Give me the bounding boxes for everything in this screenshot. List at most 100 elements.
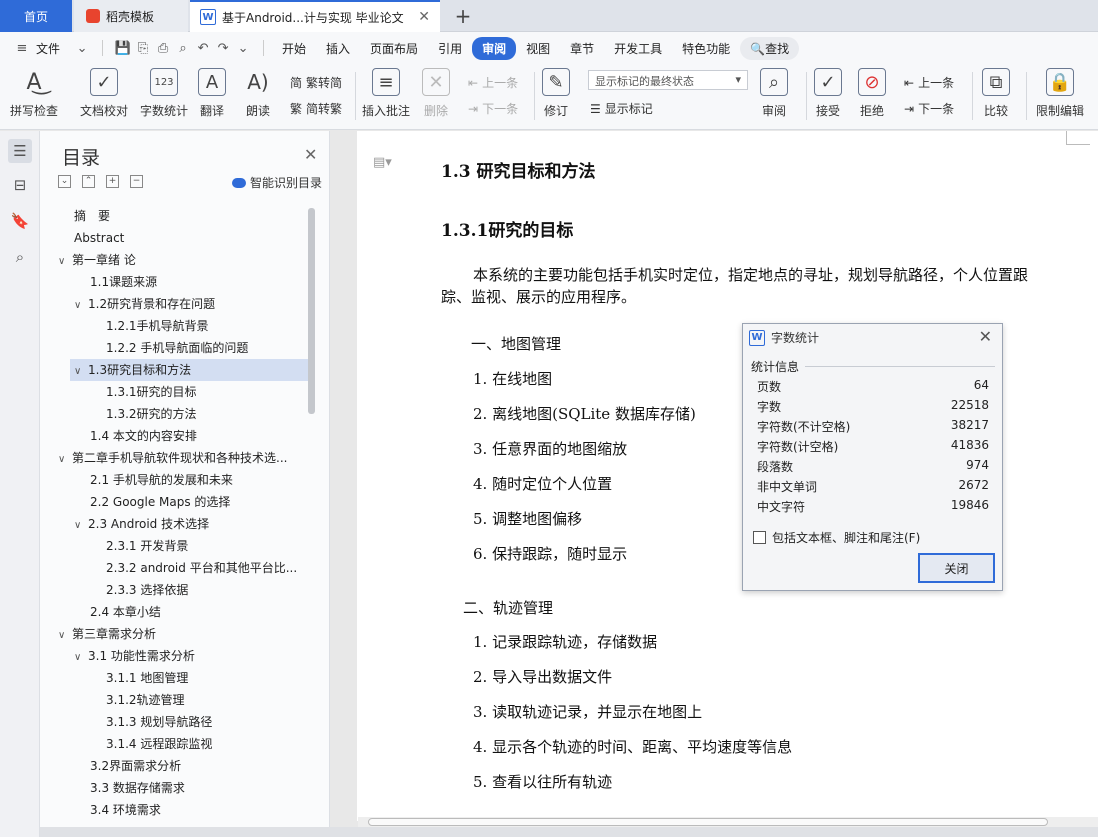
translate-button[interactable]: A 翻译 <box>198 68 226 119</box>
toc-scrollbar[interactable] <box>308 208 315 414</box>
chevron-down-icon[interactable]: ⌄ <box>74 40 90 56</box>
menu-view[interactable]: 视图 <box>516 37 560 60</box>
undo-icon[interactable]: ↶ <box>195 40 211 56</box>
toc-item[interactable]: 1.3.1研究的目标 <box>106 381 308 403</box>
prev-comment-button[interactable]: ⇤ 上一条 <box>468 74 518 91</box>
chevron-down-icon[interactable]: ∨ <box>74 295 88 315</box>
toc-item[interactable]: ∨ 3.1 功能性需求分析 <box>74 645 308 667</box>
review-pane-button[interactable]: ⌕ 审阅 <box>760 68 788 119</box>
chevron-down-icon[interactable]: ∨ <box>74 515 88 535</box>
menu-developer[interactable]: 开发工具 <box>604 37 672 60</box>
toc-item[interactable]: 1.4 本文的内容安排 <box>90 425 308 447</box>
menu-review[interactable]: 审阅 <box>472 36 517 60</box>
chapter-nav-icon[interactable]: ⊟ <box>8 173 32 197</box>
menu-reference[interactable]: 引用 <box>428 37 472 60</box>
toc-item[interactable]: 2.3.3 选择依据 <box>106 579 308 601</box>
toc-item[interactable]: 3.3 数据存储需求 <box>90 777 308 799</box>
bookmark-icon[interactable]: 🔖 <box>8 209 32 233</box>
insert-comment-button[interactable]: ≡ 插入批注 <box>362 68 410 119</box>
toc-item[interactable]: 3.1.4 远程跟踪监视 <box>106 733 308 755</box>
word-count-button[interactable]: 123 字数统计 <box>140 68 188 119</box>
close-icon[interactable]: ✕ <box>304 145 317 164</box>
toc-item[interactable]: ∨ 1.3研究目标和方法 <box>70 359 308 381</box>
reject-button[interactable]: ⊘ 拒绝 <box>858 68 886 119</box>
markup-state-select[interactable]: 显示标记的最终状态 ▾ <box>588 70 748 90</box>
heading-1-3-1: 1.3.1研究的目标 <box>441 221 574 241</box>
toc-item[interactable]: 1.1课题来源 <box>90 271 308 293</box>
chevron-down-icon[interactable]: ∨ <box>74 361 88 381</box>
export-icon[interactable]: ⎘ <box>135 40 151 56</box>
add-heading-icon[interactable]: + <box>106 175 119 188</box>
paragraph-marker-icon[interactable]: ▤▾ <box>373 155 392 170</box>
outline-icon[interactable]: ☰ <box>8 139 32 163</box>
menu-start[interactable]: 开始 <box>272 37 316 60</box>
chevron-down-icon[interactable]: ∨ <box>58 251 72 271</box>
toc-item[interactable]: 2.3.1 开发背景 <box>106 535 308 557</box>
delete-comment-button[interactable]: ✕ 删除 <box>422 68 450 119</box>
collapse-all-icon[interactable]: ⌄ <box>58 175 71 188</box>
save-icon[interactable]: 💾 <box>115 40 131 56</box>
search-button[interactable]: 🔍查找 <box>740 36 800 60</box>
toc-item[interactable]: ∨ 1.2研究背景和存在问题 <box>74 293 308 315</box>
tab-home[interactable]: 首页 <box>0 0 72 32</box>
revise-button[interactable]: ✎ 修订 <box>542 68 570 119</box>
toc-item[interactable]: ∨ 2.3 Android 技术选择 <box>74 513 308 535</box>
toc-item[interactable]: 2.3.2 android 平台和其他平台比... <box>106 557 308 579</box>
more-icon[interactable]: ⌄ <box>235 40 251 56</box>
to-traditional-button[interactable]: 繁简转繁 <box>290 100 342 117</box>
toc-item[interactable]: ∨ 第二章手机导航软件现状和各种技术选... <box>58 447 308 469</box>
expand-all-icon[interactable]: ⌃ <box>82 175 95 188</box>
show-markup-button[interactable]: ☰ 显示标记 <box>590 100 653 117</box>
close-dialog-button[interactable]: 关闭 <box>918 553 995 583</box>
menu-layout[interactable]: 页面布局 <box>360 37 428 60</box>
chevron-down-icon[interactable]: ∨ <box>58 449 72 469</box>
include-notes-checkbox[interactable]: 包括文本框、脚注和尾注(F) <box>753 529 920 546</box>
proofread-button[interactable]: ✓ 文档校对 <box>80 68 128 119</box>
toc-item[interactable]: 1.3.2研究的方法 <box>106 403 308 425</box>
tab-close-icon[interactable]: ✕ <box>418 9 430 25</box>
toc-item[interactable]: ∨ 第三章需求分析 <box>58 623 308 645</box>
toc-item[interactable]: 3.1.2轨迹管理 <box>106 689 308 711</box>
scrollbar-thumb[interactable] <box>368 818 1048 826</box>
menu-file[interactable]: 文件 <box>34 37 70 60</box>
menu-insert[interactable]: 插入 <box>316 37 360 60</box>
toc-item[interactable]: 1.2.1手机导航背景 <box>106 315 308 337</box>
prev-change-button[interactable]: ⇤ 上一条 <box>904 74 954 91</box>
toc-item[interactable]: 3.4 环境需求 <box>90 799 308 821</box>
toc-item[interactable]: 摘 要 <box>74 205 308 227</box>
print-icon[interactable]: ⎙ <box>155 40 171 56</box>
toc-item[interactable]: 2.1 手机导航的发展和未来 <box>90 469 308 491</box>
toc-item[interactable]: 2.4 本章小结 <box>90 601 308 623</box>
spell-check-button[interactable]: A͜ 拼写检查 <box>10 68 58 119</box>
tab-template[interactable]: 稻壳模板 <box>74 0 188 32</box>
remove-heading-icon[interactable]: − <box>130 175 143 188</box>
toc-item[interactable]: Abstract <box>74 227 308 249</box>
new-tab-button[interactable]: + <box>448 0 478 32</box>
preview-icon[interactable]: ⌕ <box>175 40 191 56</box>
read-aloud-button[interactable]: A) 朗读 <box>244 68 272 119</box>
to-simplified-button[interactable]: 简繁转简 <box>290 74 342 91</box>
next-comment-button[interactable]: ⇥ 下一条 <box>468 100 518 117</box>
toc-item[interactable]: 1.2.2 手机导航面临的问题 <box>106 337 308 359</box>
search-icon[interactable]: ⌕ <box>8 245 32 269</box>
chevron-down-icon[interactable]: ∨ <box>58 625 72 645</box>
toc-item[interactable]: 3.1.1 地图管理 <box>106 667 308 689</box>
horizontal-scrollbar[interactable] <box>358 817 1098 827</box>
accept-button[interactable]: ✓ 接受 <box>814 68 842 119</box>
chevron-down-icon[interactable]: ∨ <box>74 647 88 667</box>
compare-button[interactable]: ⧉ 比较 <box>982 68 1010 119</box>
toc-item[interactable]: 2.2 Google Maps 的选择 <box>90 491 308 513</box>
smart-toc-button[interactable]: 智能识别目录 <box>232 174 322 191</box>
menu-features[interactable]: 特色功能 <box>672 37 740 60</box>
tab-document[interactable]: W 基于Android...计与实现 毕业论文 ✕ <box>190 0 440 32</box>
hamburger-icon[interactable]: ≡ <box>14 40 30 56</box>
menu-chapter[interactable]: 章节 <box>560 37 604 60</box>
toc-item[interactable]: ∨ 第一章绪 论 <box>58 249 308 271</box>
next-change-button[interactable]: ⇥ 下一条 <box>904 100 954 117</box>
close-icon[interactable]: ✕ <box>979 327 992 346</box>
restrict-edit-button[interactable]: 🔒 限制编辑 <box>1036 68 1084 119</box>
checkbox-box[interactable] <box>753 531 766 544</box>
toc-item[interactable]: 3.1.3 规划导航路径 <box>106 711 308 733</box>
redo-icon[interactable]: ↷ <box>215 40 231 56</box>
toc-item[interactable]: 3.2界面需求分析 <box>90 755 308 777</box>
